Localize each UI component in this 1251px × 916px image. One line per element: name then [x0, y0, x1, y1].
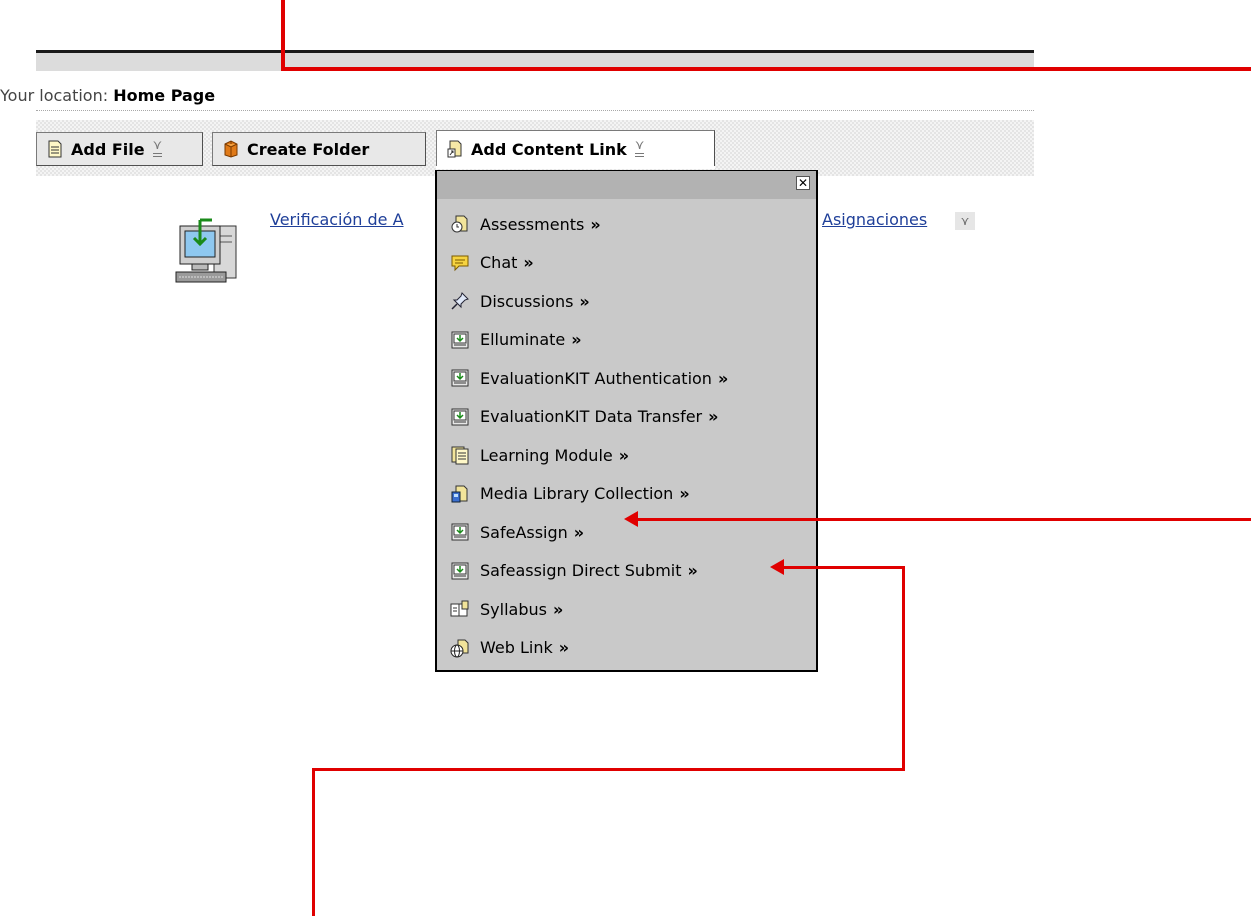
annotation-line: [312, 768, 315, 916]
menu-item-label: Web Link: [480, 638, 553, 658]
annotation-line: [281, 0, 285, 71]
syllabus-icon: [450, 600, 469, 617]
add-content-link-menu: ✕ Assessments» Chat» Discussions» Ellumi…: [435, 170, 818, 672]
menu-item-discussions[interactable]: Discussions»: [437, 282, 816, 321]
menu-item-label: EvaluationKIT Data Transfer: [480, 407, 703, 427]
menu-item-label: Syllabus: [480, 599, 547, 619]
media-library-icon: [451, 485, 468, 503]
computer-download-icon: [175, 218, 237, 283]
annotation-line: [636, 518, 1251, 521]
tool-icon: [451, 408, 469, 426]
more-icon: »: [571, 330, 582, 350]
menu-item-label: Elluminate: [480, 330, 566, 350]
content-item-link[interactable]: Verificación de A: [270, 210, 404, 229]
tool-icon: [451, 369, 469, 387]
chevron-down-icon[interactable]: ⋎: [635, 139, 644, 157]
menu-item-label: Media Library Collection: [480, 484, 674, 504]
annotation-arrow-icon: [770, 559, 784, 575]
more-icon: »: [552, 599, 564, 619]
item-options-chevron-icon[interactable]: ⋎: [955, 212, 975, 230]
create-folder-button[interactable]: Create Folder: [212, 132, 426, 166]
close-icon[interactable]: ✕: [796, 176, 810, 190]
menu-item-evaluationkit-data-transfer[interactable]: EvaluationKIT Data Transfer»: [437, 398, 816, 437]
menu-item-evaluationkit-authentication[interactable]: EvaluationKIT Authentication»: [437, 359, 816, 398]
tool-icon: [451, 562, 469, 580]
add-file-button[interactable]: Add File ⋎: [36, 132, 203, 166]
folder-icon: [224, 140, 238, 158]
create-folder-label: Create Folder: [247, 139, 370, 159]
chevron-down-icon[interactable]: ⋎: [153, 139, 162, 157]
breadcrumb-current[interactable]: Home Page: [113, 86, 215, 105]
tool-icon: [451, 523, 469, 541]
document-icon: [48, 140, 62, 158]
assessment-icon: [451, 215, 468, 233]
more-icon: »: [523, 253, 534, 273]
menu-item-syllabus[interactable]: Syllabus»: [437, 590, 816, 629]
chat-icon: [451, 255, 469, 271]
menu-item-chat[interactable]: Chat»: [437, 244, 816, 283]
content-item-link-end[interactable]: Asignaciones: [822, 210, 927, 229]
annotation-line: [782, 566, 905, 569]
more-icon: »: [573, 522, 585, 542]
menu-item-label: Chat: [480, 253, 518, 273]
menu-item-media-library-collection[interactable]: Media Library Collection»: [437, 475, 816, 514]
annotation-line: [312, 768, 905, 771]
menu-item-safeassign-direct-submit[interactable]: Safeassign Direct Submit»: [437, 552, 816, 591]
more-icon: »: [590, 214, 601, 234]
add-content-link-button[interactable]: Add Content Link ⋎: [436, 130, 715, 169]
breadcrumb-prefix: Your location:: [0, 86, 109, 105]
breadcrumb: Your location: Home Page: [0, 86, 215, 105]
menu-item-assessments[interactable]: Assessments»: [437, 205, 816, 244]
add-content-link-label: Add Content Link: [471, 139, 627, 159]
menu-item-label: Learning Module: [480, 445, 613, 465]
menu-header: ✕: [437, 171, 816, 199]
menu-list: Assessments» Chat» Discussions» Ellumina…: [437, 199, 816, 667]
more-icon: »: [558, 638, 570, 658]
menu-item-label: Safeassign Direct Submit: [480, 561, 682, 581]
menu-item-label: EvaluationKIT Authentication: [480, 368, 712, 388]
menu-item-learning-module[interactable]: Learning Module»: [437, 436, 816, 475]
annotation-arrow-icon: [624, 511, 638, 527]
menu-item-elluminate[interactable]: Elluminate»: [437, 321, 816, 360]
more-icon: »: [687, 561, 698, 581]
annotation-line: [281, 67, 1251, 71]
more-icon: »: [579, 291, 590, 311]
globe-icon: [450, 639, 469, 658]
pushpin-icon: [451, 292, 469, 310]
menu-item-label: Discussions: [480, 291, 574, 311]
tool-icon: [451, 331, 469, 349]
more-icon: »: [708, 407, 719, 427]
menu-item-label: SafeAssign: [480, 522, 568, 542]
menu-item-label: Assessments: [480, 214, 585, 234]
menu-item-web-link[interactable]: Web Link»: [437, 629, 816, 668]
more-icon: »: [618, 445, 630, 465]
more-icon: »: [717, 368, 729, 388]
more-icon: »: [679, 484, 690, 504]
add-file-label: Add File: [71, 139, 145, 159]
content-link-icon: [447, 140, 462, 158]
divider: [36, 110, 1034, 111]
module-icon: [451, 446, 469, 465]
annotation-line: [902, 566, 905, 771]
